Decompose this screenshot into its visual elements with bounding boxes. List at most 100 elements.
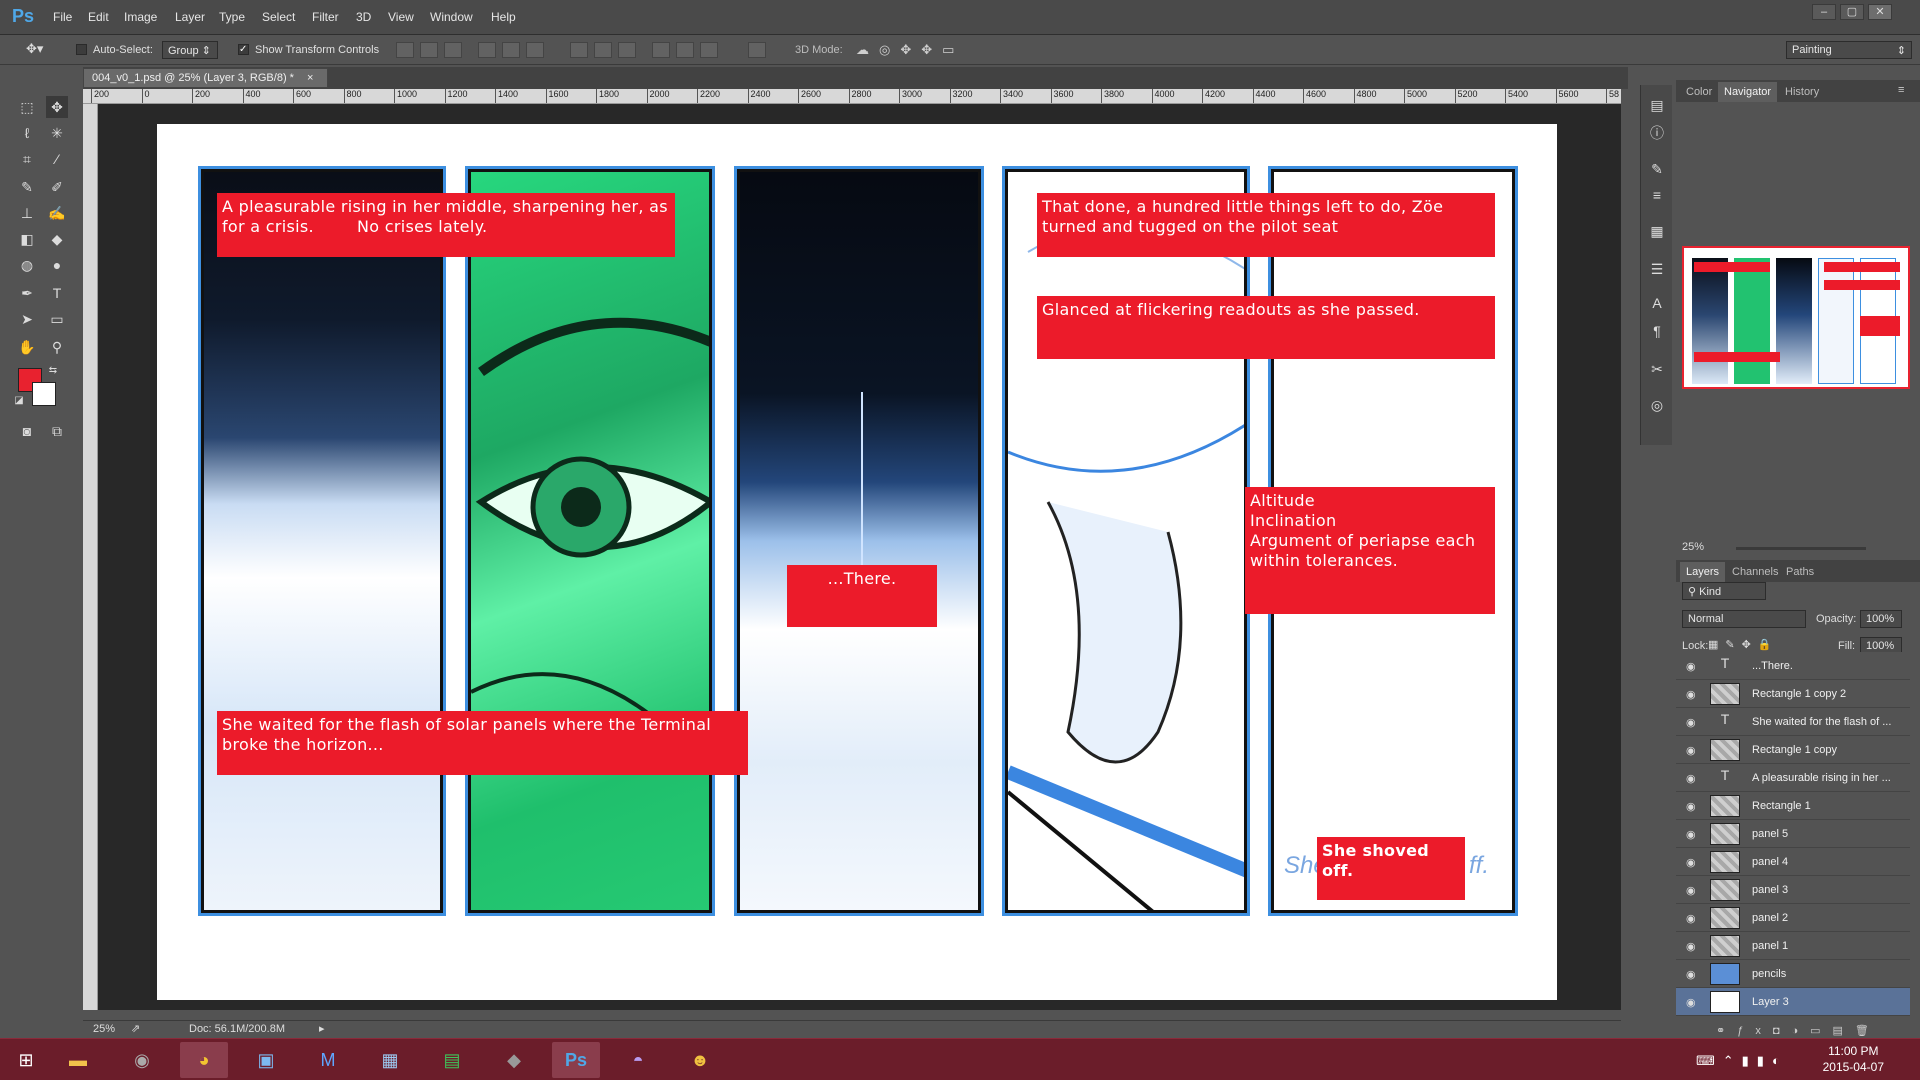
magic-wand-icon[interactable]: ✳ — [46, 122, 68, 144]
background-color-swatch[interactable] — [32, 382, 56, 406]
layer-row[interactable]: ◉ Rectangle 1 copy — [1676, 736, 1910, 764]
comic-panel-4[interactable] — [1002, 166, 1250, 916]
clone-stamp-icon[interactable]: ⊥ — [16, 202, 38, 224]
menu-file[interactable]: File — [53, 10, 72, 24]
layer-row[interactable]: ◉ panel 5 — [1676, 820, 1910, 848]
menu-filter[interactable]: Filter — [312, 10, 339, 24]
navigator-zoom-slider[interactable] — [1736, 547, 1866, 550]
visibility-eye-icon[interactable]: ◉ — [1686, 912, 1698, 925]
tab-layers[interactable]: Layers — [1680, 562, 1726, 582]
minimize-button[interactable]: – — [1812, 4, 1836, 20]
menu-window[interactable]: Window — [430, 10, 473, 24]
export-icon[interactable]: ⇗ — [131, 1022, 140, 1035]
vertical-ruler[interactable] — [83, 104, 98, 1010]
cat-app-icon[interactable]: ◓ — [614, 1042, 662, 1078]
malwarebytes-icon[interactable]: M — [304, 1042, 352, 1078]
panel-menu-icon[interactable]: ≡ — [1898, 84, 1904, 96]
pen-tool-icon[interactable]: ✒ — [16, 282, 38, 304]
caption-3[interactable]: ...There. — [787, 565, 937, 627]
creative-cloud-icon[interactable]: ◎ — [1647, 397, 1667, 417]
eraser-icon[interactable]: ◧ — [16, 228, 38, 250]
tablet-icon[interactable]: ◆ — [490, 1042, 538, 1078]
visibility-eye-icon[interactable]: ◉ — [1686, 968, 1698, 981]
history-brush-icon[interactable]: ✍ — [46, 202, 68, 224]
visibility-eye-icon[interactable]: ◉ — [1686, 660, 1698, 673]
layer-row[interactable]: ◉ T A pleasurable rising in her ... — [1676, 764, 1910, 792]
type-tool-icon[interactable]: T — [46, 282, 68, 304]
chrome-icon[interactable]: ◕ — [180, 1042, 228, 1078]
info-icon[interactable]: ⓘ — [1647, 123, 1667, 143]
visibility-eye-icon[interactable]: ◉ — [1686, 800, 1698, 813]
photoshop-taskbar-icon[interactable]: Ps — [552, 1042, 600, 1078]
menu-select[interactable]: Select — [262, 10, 295, 24]
close-window-button[interactable]: ✕ — [1868, 4, 1892, 20]
zoom-level[interactable]: 25% — [93, 1023, 115, 1035]
menu-help[interactable]: Help — [491, 10, 516, 24]
visibility-eye-icon[interactable]: ◉ — [1686, 828, 1698, 841]
rectangle-tool-icon[interactable]: ▭ — [46, 308, 68, 330]
opacity-input[interactable]: 100% — [1860, 610, 1902, 628]
menu-edit[interactable]: Edit — [88, 10, 109, 24]
screen-mode-icon[interactable]: ⧉ — [46, 420, 68, 442]
workspace-switcher[interactable]: Painting ⇕ — [1786, 41, 1912, 59]
visibility-eye-icon[interactable]: ◉ — [1686, 688, 1698, 701]
3d-mode-icons[interactable]: ☁◎✥✥▭ — [856, 42, 976, 60]
start-button-icon[interactable]: ⊞ — [2, 1042, 50, 1078]
comic-panel-3[interactable] — [734, 166, 984, 916]
menu-type[interactable]: Type — [219, 10, 245, 24]
lasso-tool-icon[interactable]: ℓ — [16, 122, 38, 144]
tab-color[interactable]: Color — [1680, 82, 1718, 102]
tool-presets-icon[interactable]: ✂ — [1647, 361, 1667, 381]
menu-view[interactable]: View — [388, 10, 414, 24]
caption-5[interactable]: Glanced at flickering readouts as she pa… — [1037, 296, 1495, 359]
align-bottom-icon[interactable] — [526, 42, 544, 58]
caption-1[interactable]: A pleasurable rising in her middle, shar… — [217, 193, 675, 257]
brush-settings-icon[interactable]: ≡ — [1647, 187, 1667, 207]
adjustments-icon[interactable]: ☰ — [1647, 261, 1667, 281]
path-selection-icon[interactable]: ➤ — [16, 308, 38, 330]
layer-panel-footer-icons[interactable]: ⚭ƒx◘◑▭▤🗑 — [1676, 1024, 1920, 1038]
distribute-center-icon[interactable] — [676, 42, 694, 58]
menu-layer[interactable]: Layer — [175, 10, 205, 24]
distribute-top-icon[interactable] — [570, 42, 588, 58]
layer-row[interactable]: ◉ pencils — [1676, 960, 1910, 988]
brush-tool-icon[interactable]: ✐ — [46, 176, 68, 198]
navigator-thumbnail[interactable] — [1682, 246, 1910, 389]
layer-filter-kind[interactable]: ⚲ Kind — [1682, 582, 1766, 600]
brush-preset-icon[interactable]: ✎ — [1647, 161, 1667, 181]
healing-brush-icon[interactable]: ✎ — [16, 176, 38, 198]
file-explorer-icon[interactable]: ▬ — [54, 1042, 102, 1078]
move-tool-preset-icon[interactable]: ✥▾ — [26, 41, 60, 59]
visibility-eye-icon[interactable]: ◉ — [1686, 772, 1698, 785]
close-tab-icon[interactable]: × — [307, 72, 313, 84]
swap-colors-icon[interactable]: ⇆ — [46, 364, 60, 378]
paragraph-icon[interactable]: ¶ — [1647, 323, 1667, 343]
layer-row[interactable]: ◉ T She waited for the flash of ... — [1676, 708, 1910, 736]
swatches-icon[interactable]: ▦ — [1647, 223, 1667, 243]
layer-row[interactable]: ◉ Layer 3 — [1676, 988, 1910, 1016]
system-tray-icons[interactable]: ⌨⌃▮▮◐ — [1696, 1053, 1788, 1069]
align-center-icon[interactable] — [420, 42, 438, 58]
show-transform-checkbox[interactable]: ✓ — [238, 44, 249, 55]
horizontal-ruler[interactable]: 200 0 200 400 600 800 1000 1200 1400 1600 1800 2000… — [83, 89, 1621, 104]
tab-navigator[interactable]: Navigator — [1718, 82, 1778, 102]
tab-paths[interactable]: Paths — [1780, 562, 1820, 582]
tab-channels[interactable]: Channels — [1726, 562, 1784, 582]
navigator-zoom[interactable]: 25% — [1682, 541, 1704, 553]
media-player-icon[interactable]: ◉ — [118, 1042, 166, 1078]
align-right-icon[interactable] — [444, 42, 462, 58]
layer-row[interactable]: ◉ panel 3 — [1676, 876, 1910, 904]
app-icon-blue[interactable]: ▣ — [242, 1042, 290, 1078]
calculator-icon[interactable]: ▤ — [428, 1042, 476, 1078]
eyedropper-icon[interactable]: ⁄ — [46, 148, 68, 170]
visibility-eye-icon[interactable]: ◉ — [1686, 996, 1698, 1009]
visibility-eye-icon[interactable]: ◉ — [1686, 940, 1698, 953]
auto-select-dropdown[interactable]: Group ⇕ — [162, 41, 218, 59]
layer-row[interactable]: ◉ panel 2 — [1676, 904, 1910, 932]
taskbar-clock[interactable]: 11:00 PM 2015-04-07 — [1823, 1043, 1884, 1075]
layer-row[interactable]: ◉ Rectangle 1 copy 2 — [1676, 680, 1910, 708]
zoom-tool-icon[interactable]: ⚲ — [46, 336, 68, 358]
distribute-left-icon[interactable] — [652, 42, 670, 58]
crop-tool-icon[interactable]: ⌗ — [16, 148, 38, 170]
control-panel-icon[interactable]: ▦ — [366, 1042, 414, 1078]
